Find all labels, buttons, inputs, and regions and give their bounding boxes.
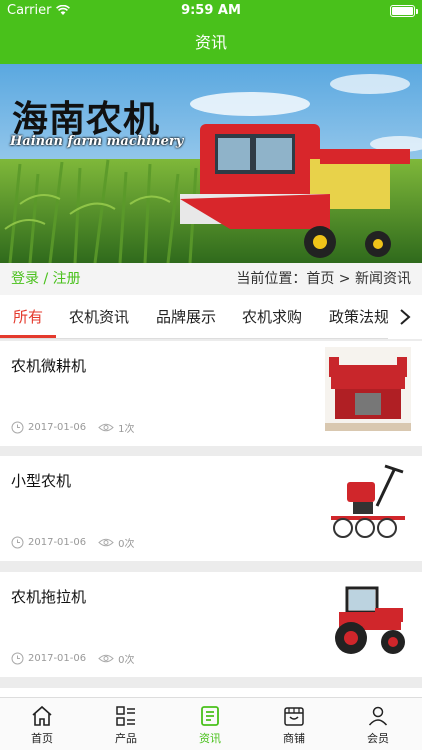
active-tab-indicator — [0, 335, 56, 338]
login-separator: / — [43, 271, 49, 287]
tabbar-home[interactable]: 首页 — [0, 698, 84, 750]
small-rotary-tiller-image — [325, 462, 411, 546]
bottom-tab-bar: 首页 产品 资讯 商铺 会员 — [0, 697, 422, 750]
tabbar-label: 产品 — [115, 732, 137, 745]
news-date: 2017-01-06 — [28, 422, 87, 433]
nav-bar: 资讯 — [0, 22, 422, 64]
category-tabs: 所有 农机资讯 品牌展示 农机求购 政策法规 — [0, 295, 422, 339]
news-item[interactable]: 农机微耕机 2017-01-06 1次 — [0, 341, 422, 446]
clock-icon — [11, 421, 24, 434]
tabbar-products[interactable]: 产品 — [84, 698, 168, 750]
eye-icon — [98, 537, 114, 548]
tabbar-label: 会员 — [367, 732, 389, 745]
tab-policy[interactable]: 政策法规 — [329, 295, 389, 339]
status-time: 9:59 AM — [181, 3, 241, 18]
news-title: 农机微耕机 — [11, 357, 87, 375]
clock-icon — [11, 652, 24, 665]
location-bar: 登录 / 注册 当前位置：首页 > 新闻资讯 — [0, 263, 422, 295]
tab-farm-news[interactable]: 农机资讯 — [69, 295, 129, 339]
register-link[interactable]: 注册 — [53, 271, 81, 287]
news-date: 2017-01-06 — [28, 537, 87, 548]
product-list-icon — [116, 706, 135, 726]
news-item[interactable]: 小型农机 2017-01-06 0次 — [0, 456, 422, 561]
tab-purchase[interactable]: 农机求购 — [242, 295, 302, 339]
news-item[interactable]: 农机拖拉机 2017-01-06 0次 — [0, 572, 422, 677]
tab-all[interactable]: 所有 — [13, 295, 43, 339]
news-views: 0次 — [118, 655, 135, 666]
tabbar-shop[interactable]: 商铺 — [252, 698, 336, 750]
status-bar: Carrier 9:59 AM — [0, 0, 422, 22]
news-date: 2017-01-06 — [28, 653, 87, 664]
red-tractor-image — [325, 578, 411, 662]
tabbar-news[interactable]: 资讯 — [168, 698, 252, 750]
news-views: 0次 — [118, 539, 135, 550]
tabbar-label: 资讯 — [199, 732, 221, 745]
tabbar-member[interactable]: 会员 — [336, 698, 420, 750]
member-icon — [368, 706, 388, 726]
banner-image[interactable]: 海南农机 Hainan farm machinery — [0, 64, 422, 263]
news-title: 小型农机 — [11, 472, 72, 490]
clock-icon — [11, 536, 24, 549]
page-title: 资讯 — [194, 33, 227, 52]
tabs-more-button[interactable] — [388, 295, 422, 339]
breadcrumb: 当前位置：首页 > 新闻资讯 — [236, 271, 411, 287]
tab-brands[interactable]: 品牌展示 — [156, 295, 216, 339]
chevron-right-icon — [400, 309, 411, 325]
home-icon — [32, 705, 52, 726]
eye-icon — [98, 422, 114, 433]
tabbar-label: 商铺 — [283, 732, 305, 745]
news-item-partial — [0, 688, 422, 697]
banner-subtitle: Hainan farm machinery — [10, 134, 184, 149]
tabbar-label: 首页 — [31, 732, 53, 745]
battery-icon — [390, 5, 418, 17]
micro-tiller-image — [325, 347, 411, 431]
eye-icon — [98, 653, 114, 664]
news-title: 农机拖拉机 — [11, 588, 87, 606]
news-views: 1次 — [118, 424, 135, 435]
login-link[interactable]: 登录 — [11, 271, 39, 287]
news-document-icon — [201, 706, 219, 726]
shop-icon — [284, 707, 304, 726]
